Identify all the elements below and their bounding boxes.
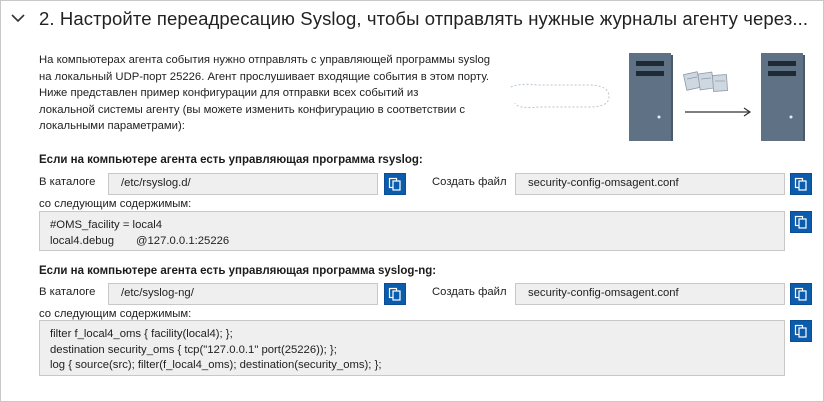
rsyslog-file-field[interactable]: security-config-omsagent.conf <box>515 173 785 195</box>
code-line: #OMS_facility = local4 <box>50 219 163 231</box>
copy-file-button[interactable] <box>790 173 812 195</box>
copy-icon <box>388 177 401 191</box>
copy-icon <box>794 215 807 229</box>
log-files-icon <box>683 71 728 92</box>
syslogng-file-label: Создать файл <box>432 286 507 298</box>
chevron-down-icon[interactable] <box>11 13 25 23</box>
rsyslog-content-area[interactable]: #OMS_facility = local4 local4.debug @127… <box>39 211 785 251</box>
section-title: 2. Настройте переадресацию Syslog, чтобы… <box>39 8 809 29</box>
server-agent-icon <box>761 53 805 141</box>
intro-text: На компьютерах агента события нужно отпр… <box>39 52 509 135</box>
rsyslog-dir-label: В каталоге <box>39 176 96 188</box>
rsyslog-heading: Если на компьютере агента есть управляющ… <box>39 154 423 166</box>
copy-icon <box>794 177 807 191</box>
copy-dir-button[interactable] <box>384 283 406 305</box>
code-line: filter f_local4_oms { facility(local4); … <box>50 328 233 340</box>
code-line: destination security_oms { tcp("127.0.0.… <box>50 343 337 356</box>
syslog-forwarding-diagram <box>510 53 805 141</box>
copy-file-button[interactable] <box>790 283 812 305</box>
syslogng-dir-label: В каталоге <box>39 286 96 298</box>
copy-icon <box>794 324 807 338</box>
syslogng-dir-field[interactable]: /etc/syslog-ng/ <box>108 283 378 305</box>
intro-line: локальной системы агенту (вы можете изме… <box>39 103 466 116</box>
code-line: log { source(src); filter(f_local4_oms);… <box>50 359 382 371</box>
copy-icon <box>388 287 401 301</box>
rsyslog-content-label: со следующим содержимым: <box>39 198 192 210</box>
rsyslog-dir-field[interactable]: /etc/rsyslog.d/ <box>108 173 378 195</box>
syslogng-content-label: со следующим содержимым: <box>39 308 192 320</box>
section-header[interactable]: 2. Настройте переадресацию Syslog, чтобы… <box>1 1 823 39</box>
syslogng-file-field[interactable]: security-config-omsagent.conf <box>515 283 785 305</box>
copy-content-button[interactable] <box>790 211 812 233</box>
arrow-right-icon <box>685 107 752 117</box>
rsyslog-file-label: Создать файл <box>432 176 507 188</box>
intro-line: Ниже представлен пример конфигурации для… <box>39 87 419 99</box>
copy-icon <box>794 287 807 301</box>
intro-line: на локальный UDP-порт 25226. Агент просл… <box>39 70 489 83</box>
code-line: local4.debug @127.0.0.1:25226 <box>50 234 230 247</box>
syslogng-heading: Если на компьютере агента есть управляющ… <box>39 265 437 277</box>
config-panel: 2. Настройте переадресацию Syslog, чтобы… <box>0 0 824 402</box>
intro-line: локальными параметрами): <box>39 120 185 132</box>
intro-line: На компьютерах агента события нужно отпр… <box>39 54 491 66</box>
syslogng-content-area[interactable]: filter f_local4_oms { facility(local4); … <box>39 320 785 376</box>
copy-content-button[interactable] <box>790 320 812 342</box>
server-source-icon <box>629 53 673 141</box>
copy-dir-button[interactable] <box>384 173 406 195</box>
